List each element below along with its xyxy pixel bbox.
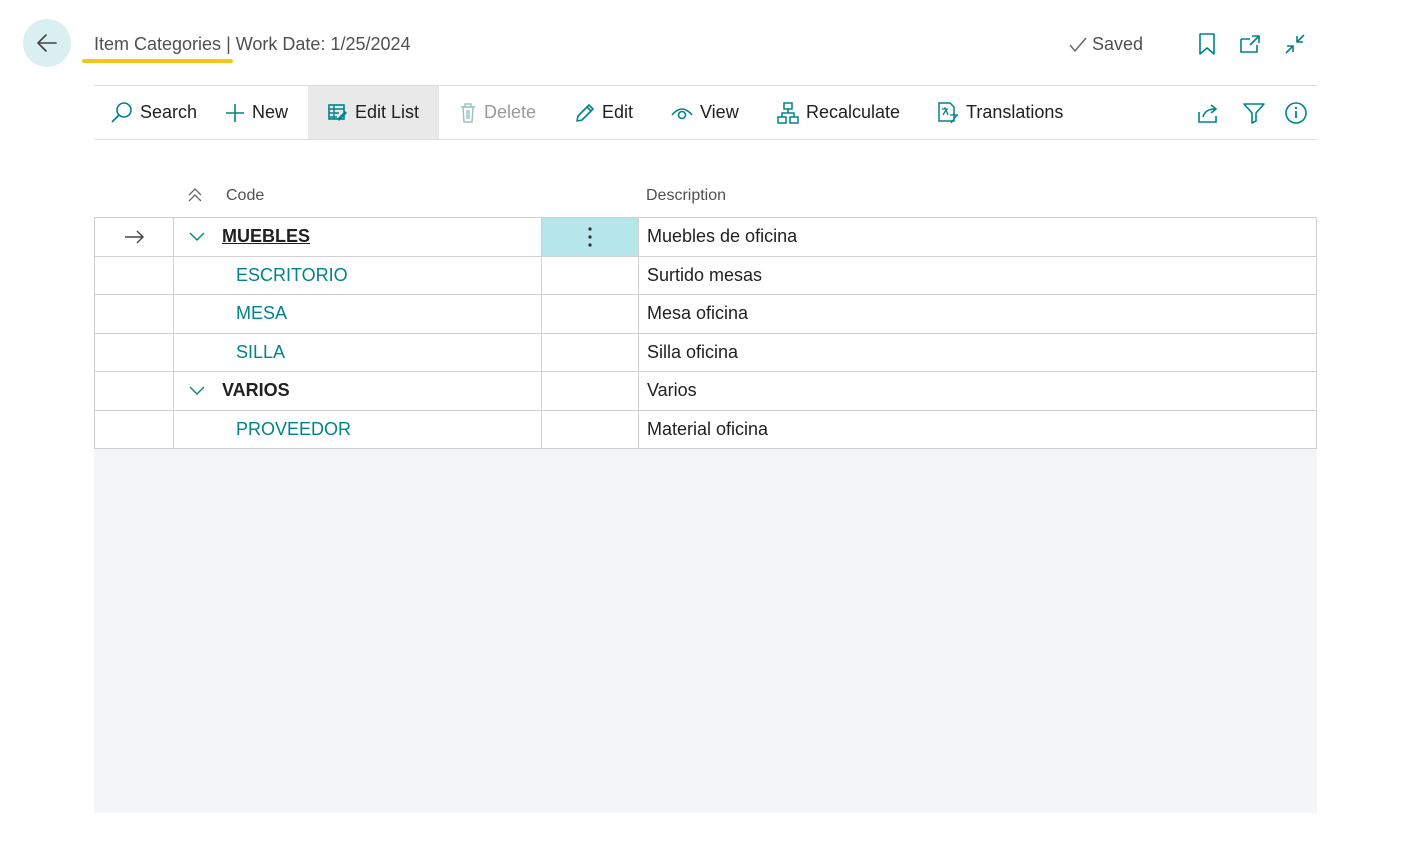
bookmark-button[interactable] bbox=[1194, 31, 1220, 57]
double-chevron-up-icon bbox=[188, 188, 202, 202]
table-row[interactable]: MESA Mesa oficina bbox=[95, 295, 1316, 334]
more-vertical-icon bbox=[588, 227, 592, 247]
table-row[interactable]: MUEBLES Muebles de oficina bbox=[95, 218, 1316, 257]
code-cell: MESA bbox=[174, 295, 542, 333]
chevron-down-icon[interactable] bbox=[188, 228, 206, 246]
pencil-icon bbox=[576, 103, 594, 122]
info-icon bbox=[1285, 101, 1307, 124]
row-selector[interactable] bbox=[95, 295, 174, 333]
description-cell: Surtido mesas bbox=[647, 264, 763, 285]
row-menu-button[interactable] bbox=[542, 333, 639, 371]
search-icon bbox=[111, 101, 132, 123]
work-date: Work Date: 1/25/2024 bbox=[235, 34, 411, 54]
code-cell: SILLA bbox=[174, 333, 542, 371]
row-menu-button[interactable] bbox=[542, 410, 639, 448]
list-area: MUEBLES Muebles de oficina ESCRITORIO Su… bbox=[94, 217, 1317, 813]
table-row[interactable]: ESCRITORIO Surtido mesas bbox=[95, 256, 1316, 295]
row-menu-button[interactable] bbox=[542, 218, 639, 256]
edit-list-button[interactable]: Edit List bbox=[308, 86, 439, 139]
table-row[interactable]: VARIOS Varios bbox=[95, 372, 1316, 411]
edit-button[interactable]: Edit bbox=[570, 86, 637, 139]
info-button[interactable] bbox=[1280, 86, 1312, 139]
collapse-button[interactable] bbox=[1282, 31, 1308, 57]
collapse-all-button[interactable] bbox=[186, 186, 204, 209]
filter-button[interactable] bbox=[1238, 86, 1270, 139]
open-new-window-button[interactable] bbox=[1237, 31, 1263, 57]
bookmark-icon bbox=[1199, 33, 1215, 55]
chevron-down-icon[interactable] bbox=[188, 382, 206, 400]
eye-icon bbox=[671, 107, 693, 119]
edit-list-icon bbox=[328, 103, 347, 121]
search-button[interactable]: Search bbox=[106, 86, 201, 139]
collapse-icon bbox=[1285, 34, 1305, 54]
new-label: New bbox=[252, 102, 289, 122]
description-cell: Varios bbox=[647, 380, 697, 401]
filter-icon bbox=[1243, 102, 1265, 124]
description-cell: Muebles de oficina bbox=[647, 226, 798, 247]
saved-status: Saved bbox=[1068, 34, 1143, 55]
checkmark-icon bbox=[1069, 37, 1087, 52]
new-button[interactable]: New bbox=[220, 86, 292, 139]
row-selector[interactable] bbox=[95, 256, 174, 294]
category-code[interactable]: VARIOS bbox=[222, 380, 290, 401]
category-code[interactable]: MESA bbox=[236, 303, 287, 324]
row-selector[interactable] bbox=[95, 372, 174, 410]
translations-button[interactable]: Translations bbox=[932, 86, 1067, 139]
table-row[interactable]: SILLA Silla oficina bbox=[95, 333, 1316, 372]
code-cell: PROVEEDOR bbox=[174, 410, 542, 448]
table-row[interactable]: PROVEEDOR Material oficina bbox=[95, 410, 1316, 449]
category-code[interactable]: SILLA bbox=[236, 342, 285, 363]
row-menu-button[interactable] bbox=[542, 256, 639, 294]
description-cell: Silla oficina bbox=[647, 341, 739, 362]
action-toolbar: Search New Edit List Delete Edit View Re… bbox=[94, 86, 1317, 139]
column-header-code[interactable]: Code bbox=[226, 187, 264, 205]
back-button[interactable] bbox=[23, 19, 71, 67]
recalculate-button[interactable]: Recalculate bbox=[772, 86, 904, 139]
share-icon bbox=[1198, 103, 1218, 123]
toolbar-bottom-divider bbox=[94, 139, 1317, 140]
row-menu-button[interactable] bbox=[542, 295, 639, 333]
edit-label: Edit bbox=[602, 102, 634, 122]
edit-list-label: Edit List bbox=[355, 102, 420, 122]
page-title: Item Categories | Work Date: 1/25/2024 bbox=[94, 34, 411, 55]
category-code[interactable]: PROVEEDOR bbox=[236, 419, 351, 440]
row-menu-button[interactable] bbox=[542, 372, 639, 410]
description-cell: Material oficina bbox=[647, 418, 769, 439]
delete-button[interactable]: Delete bbox=[454, 86, 540, 139]
translate-icon bbox=[938, 101, 958, 123]
plus-icon bbox=[226, 103, 244, 122]
column-header-description[interactable]: Description bbox=[646, 187, 726, 205]
category-code[interactable]: ESCRITORIO bbox=[236, 265, 348, 286]
delete-label: Delete bbox=[484, 102, 537, 122]
view-button[interactable]: View bbox=[666, 86, 743, 139]
code-cell: VARIOS bbox=[174, 372, 542, 410]
code-cell: MUEBLES bbox=[174, 218, 542, 256]
saved-label: Saved bbox=[1092, 34, 1144, 54]
open-new-window-icon bbox=[1240, 35, 1260, 53]
item-categories-grid: MUEBLES Muebles de oficina ESCRITORIO Su… bbox=[94, 217, 1317, 449]
share-button[interactable] bbox=[1192, 86, 1224, 139]
view-label: View bbox=[700, 102, 739, 122]
recalculate-label: Recalculate bbox=[806, 102, 901, 122]
category-code[interactable]: MUEBLES bbox=[222, 226, 310, 247]
row-selector[interactable] bbox=[95, 410, 174, 448]
row-selector[interactable] bbox=[95, 333, 174, 371]
hierarchy-icon bbox=[777, 101, 799, 124]
arrow-right-icon bbox=[125, 230, 144, 244]
translations-label: Translations bbox=[966, 102, 1064, 122]
title-underline bbox=[82, 59, 233, 63]
trash-icon bbox=[461, 102, 475, 123]
page-title-text[interactable]: Item Categories bbox=[94, 34, 221, 54]
description-cell: Mesa oficina bbox=[647, 303, 749, 324]
arrow-left-icon bbox=[37, 34, 57, 52]
title-separator: | bbox=[221, 34, 236, 54]
code-cell: ESCRITORIO bbox=[174, 256, 542, 294]
search-label: Search bbox=[140, 102, 198, 122]
row-selector[interactable] bbox=[95, 218, 174, 256]
